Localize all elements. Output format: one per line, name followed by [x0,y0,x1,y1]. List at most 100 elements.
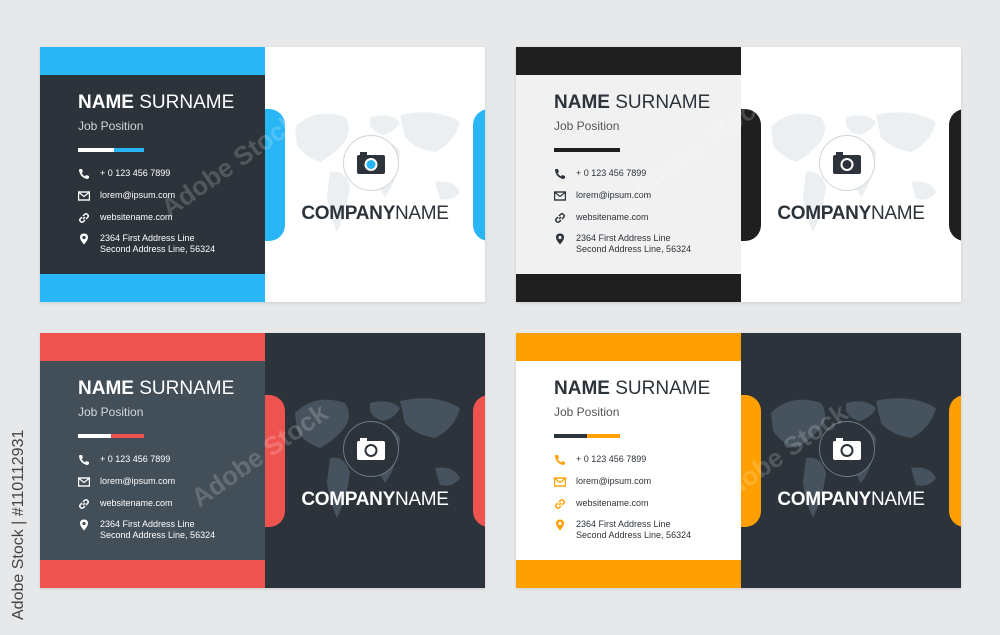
phone-text: + 0 123 456 7899 [576,454,647,464]
email-text: lorem@ipsum.com [100,190,176,200]
phone-icon [555,455,565,465]
logo-circle [819,135,875,191]
company-name-bold: COMPANY [777,203,871,224]
name-bold: NAME [554,92,610,113]
link-icon [555,499,565,509]
address-text: 2364 First Address Line Second Address Li… [100,519,215,541]
contact-website: websitename.com [554,498,649,510]
contact-address: 2364 First Address Line Second Address Li… [554,233,691,255]
name-divider [78,434,144,438]
envelope-icon [78,477,90,487]
email-text: lorem@ipsum.com [100,476,176,486]
contact-email: lorem@ipsum.com [78,476,175,488]
contact-email: lorem@ipsum.com [554,476,651,488]
email-text: lorem@ipsum.com [576,476,652,486]
location-pin-icon [80,519,88,531]
address-text: 2364 First Address Line Second Address Li… [100,233,215,255]
phone-text: + 0 123 456 7899 [100,454,171,464]
phone-text: + 0 123 456 7899 [576,168,647,178]
location-pin-icon [556,233,564,245]
company-name-rest: NAME [394,203,449,224]
phone-icon [555,169,565,179]
company-name-bold: COMPANY [777,489,871,510]
contact-address: 2364 First Address Line Second Address Li… [78,233,215,255]
company-name: COMPANYNAME [265,489,485,511]
contact-phone: + 0 123 456 7899 [78,168,170,180]
name-divider [554,148,620,152]
accent-stripe-top [40,333,265,361]
link-icon [555,213,565,223]
business-card-orange: COMPANYNAME NAME SURNAME Job Position + … [516,333,961,588]
location-pin-icon [80,233,88,245]
job-position: Job Position [554,119,620,133]
job-position: Job Position [78,119,144,133]
address-line-1: 2364 First Address Line [100,233,195,243]
website-text: websitename.com [100,498,173,508]
contact-phone: + 0 123 456 7899 [554,454,646,466]
accent-stripe-top [40,47,265,75]
person-name: NAME SURNAME [554,378,710,400]
card-right-panel: COMPANYNAME [265,47,485,302]
business-card-black: COMPANYNAME NAME SURNAME Job Position + … [516,47,961,302]
company-name: COMPANYNAME [741,203,961,225]
business-card-blue: COMPANYNAME NAME SURNAME Job Position + … [40,47,485,302]
address-line-1: 2364 First Address Line [576,233,671,243]
accent-stripe-bottom [516,560,741,588]
location-pin-icon [556,519,564,531]
logo-circle [819,421,875,477]
contact-address: 2364 First Address Line Second Address Li… [554,519,691,541]
contact-phone: + 0 123 456 7899 [554,168,646,180]
company-name-rest: NAME [394,489,449,510]
phone-text: + 0 123 456 7899 [100,168,171,178]
person-name: NAME SURNAME [554,92,710,114]
accent-stripe-top [516,47,741,75]
logo-circle [343,135,399,191]
company-name: COMPANYNAME [265,203,485,225]
envelope-icon [554,191,566,201]
company-name-bold: COMPANY [301,203,395,224]
link-icon [79,213,89,223]
camera-icon [357,152,385,174]
contact-website: websitename.com [78,498,173,510]
name-rest: SURNAME [609,92,711,113]
phone-icon [79,455,89,465]
name-bold: NAME [78,378,134,399]
business-card-red: COMPANYNAME NAME SURNAME Job Position + … [40,333,485,588]
stock-id-label: Adobe Stock | #110112931 [10,429,27,620]
card-info-panel: NAME SURNAME Job Position + 0 123 456 78… [516,333,741,588]
name-bold: NAME [554,378,610,399]
name-rest: SURNAME [609,378,711,399]
company-name: COMPANYNAME [741,489,961,511]
name-rest: SURNAME [133,92,235,113]
contact-website: websitename.com [554,212,649,224]
contact-phone: + 0 123 456 7899 [78,454,170,466]
address-line-2: Second Address Line, 56324 [100,530,216,540]
job-position: Job Position [78,405,144,419]
company-name-bold: COMPANY [301,489,395,510]
accent-stripe-bottom [40,274,265,302]
camera-icon [833,438,861,460]
logo-circle [343,421,399,477]
camera-icon [357,438,385,460]
accent-stripe-top [516,333,741,361]
address-line-2: Second Address Line, 56324 [576,244,692,254]
job-position: Job Position [554,405,620,419]
address-line-1: 2364 First Address Line [100,519,195,529]
address-text: 2364 First Address Line Second Address Li… [576,233,691,255]
card-info-panel: NAME SURNAME Job Position + 0 123 456 78… [40,333,265,588]
envelope-icon [78,191,90,201]
link-icon [79,499,89,509]
company-name-rest: NAME [870,489,925,510]
card-info-panel: NAME SURNAME Job Position + 0 123 456 78… [40,47,265,302]
address-line-2: Second Address Line, 56324 [100,244,216,254]
name-bold: NAME [78,92,134,113]
contact-address: 2364 First Address Line Second Address Li… [78,519,215,541]
address-text: 2364 First Address Line Second Address Li… [576,519,691,541]
website-text: websitename.com [576,498,649,508]
name-divider [78,148,144,152]
website-text: websitename.com [576,212,649,222]
name-rest: SURNAME [133,378,235,399]
address-line-2: Second Address Line, 56324 [576,530,692,540]
address-line-1: 2364 First Address Line [576,519,671,529]
card-right-panel: COMPANYNAME [741,47,961,302]
